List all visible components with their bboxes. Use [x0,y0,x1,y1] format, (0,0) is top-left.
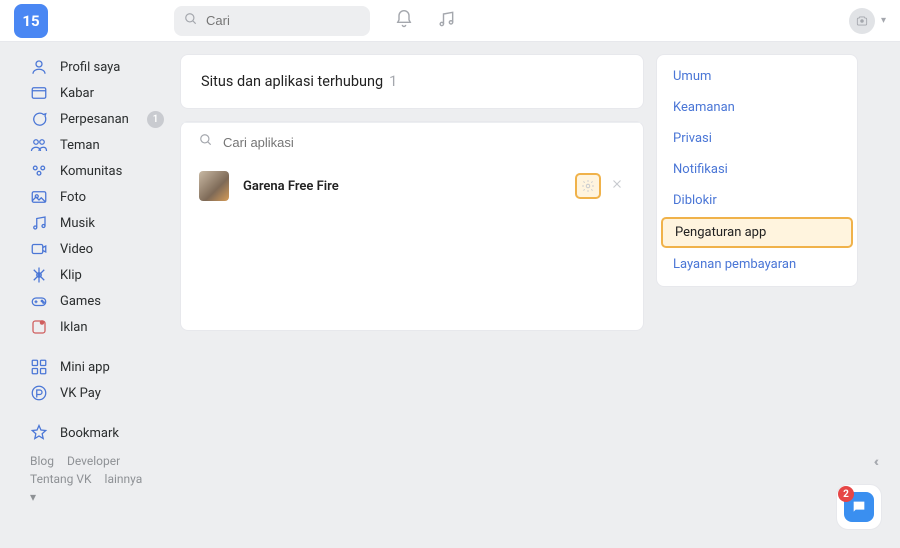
sidebar-item-games[interactable]: Games [30,288,170,314]
music-nav-icon [30,214,48,232]
sidebar-item-photo[interactable]: Foto [30,184,170,210]
app-name[interactable]: Garena Free Fire [243,179,339,194]
footer-link-developer[interactable]: Developer [67,454,120,468]
sidebar-item-label: Komunitas [60,164,122,179]
sidebar-item-friends[interactable]: Teman [30,132,170,158]
app-search[interactable] [181,122,643,161]
sidebar-item-news[interactable]: Kabar [30,80,170,106]
main-content: Situs dan aplikasi terhubung 1 Garena Fr… [180,54,644,548]
ad-icon [30,318,48,336]
clip-icon [30,266,48,284]
sidebar-item-label: Mini app [60,360,110,375]
bookmark-icon [30,424,48,442]
user-avatar[interactable] [849,8,875,34]
friends-icon [30,136,48,154]
sidebar-item-clip[interactable]: Klip [30,262,170,288]
header-icons [394,9,456,33]
sidebar-item-label: Profil saya [60,60,120,75]
chat-widget[interactable]: 2 [836,484,882,530]
sidebar-item-label: Iklan [60,320,88,335]
close-icon [611,178,623,190]
card-title-text: Situs dan aplikasi terhubung [201,73,383,90]
sidebar-item-label: Musik [60,216,95,231]
global-search-input[interactable] [206,13,360,28]
app-row: Garena Free Fire [181,161,643,211]
sidebar-item-label: VK Pay [60,386,101,401]
sidebar-item-bookmark[interactable]: Bookmark [30,420,170,446]
connected-apps-card: Situs dan aplikasi terhubung 1 [180,54,644,109]
settings-item-blocked[interactable]: Diblokir [657,185,857,216]
sidebar-item-label: Perpesanan [60,112,129,127]
chat-badge: 2 [838,486,854,502]
music-icon[interactable] [436,9,456,33]
sidebar-item-vkpay[interactable]: VK Pay [30,380,170,406]
messages-icon [30,110,48,128]
messages-badge: 1 [147,111,164,128]
gear-icon [581,179,595,193]
app-list-card: Garena Free Fire [180,121,644,331]
sidebar-item-video[interactable]: Video [30,236,170,262]
community-icon [30,162,48,180]
photo-icon [30,188,48,206]
sidebar-item-ads[interactable]: Iklan [30,314,170,340]
news-icon [30,84,48,102]
site-logo[interactable]: 15 [14,4,48,38]
app-settings-button[interactable] [575,173,601,199]
settings-item-notifications[interactable]: Notifikasi [657,154,857,185]
app-remove-button[interactable] [609,178,625,194]
sidebar-item-label: Foto [60,190,86,205]
chevron-down-icon: ▾ [30,490,36,504]
sidebar-item-label: Video [60,242,93,257]
footer-link-about[interactable]: Tentang VK [30,472,92,486]
global-search[interactable] [174,6,370,36]
top-header: 15 ▾ [0,0,900,42]
sidebar-item-messages[interactable]: Perpesanan 1 [30,106,170,132]
app-icon[interactable] [199,171,229,201]
sidebar-item-label: Klip [60,268,82,283]
settings-sidebar: Umum Keamanan Privasi Notifikasi Dibloki… [656,54,858,548]
settings-item-payments[interactable]: Layanan pembayaran [657,249,857,280]
sidebar-item-music[interactable]: Musik [30,210,170,236]
sidebar-item-label: Games [60,294,101,309]
settings-item-privacy[interactable]: Privasi [657,123,857,154]
settings-item-apps[interactable]: Pengaturan app [661,217,853,248]
footer-link-blog[interactable]: Blog [30,454,54,468]
search-icon [184,12,198,30]
vkpay-icon [30,384,48,402]
search-icon [199,133,213,151]
games-icon [30,292,48,310]
video-icon [30,240,48,258]
card-title-count: 1 [389,73,397,90]
sidebar-item-profile[interactable]: Profil saya [30,54,170,80]
settings-item-general[interactable]: Umum [657,61,857,92]
sidebar-item-label: Kabar [60,86,94,101]
collapse-button[interactable]: ‹‹ [874,454,876,470]
sidebar-item-miniapp[interactable]: Mini app [30,354,170,380]
footer-links: Blog Developer Tentang VK lainnya ▾ [30,452,180,506]
chevron-down-icon[interactable]: ▾ [881,15,886,26]
bell-icon[interactable] [394,9,414,33]
left-sidebar: Profil saya Kabar Perpesanan 1 Teman Kom… [0,54,180,548]
app-search-input[interactable] [223,135,625,150]
miniapp-icon [30,358,48,376]
sidebar-item-label: Bookmark [60,426,119,441]
chat-icon [851,499,867,515]
settings-item-security[interactable]: Keamanan [657,92,857,123]
card-title: Situs dan aplikasi terhubung 1 [181,55,643,108]
sidebar-item-community[interactable]: Komunitas [30,158,170,184]
profile-icon [30,58,48,76]
sidebar-item-label: Teman [60,138,100,153]
